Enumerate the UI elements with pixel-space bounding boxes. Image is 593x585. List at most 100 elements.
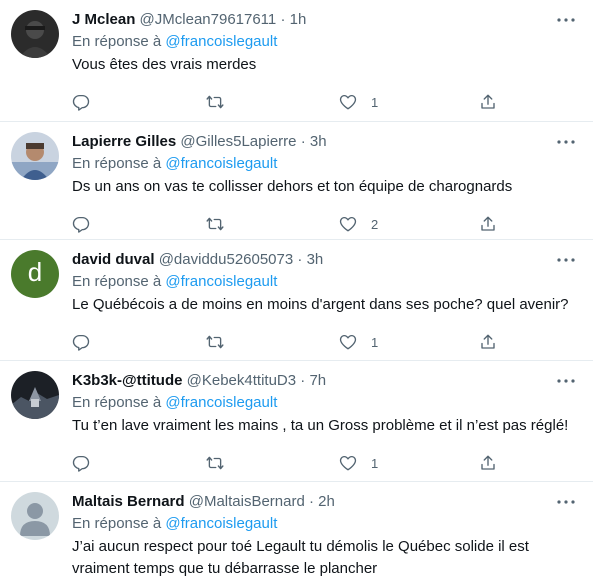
- like-button[interactable]: 1: [339, 92, 378, 112]
- share-button[interactable]: [479, 453, 497, 473]
- mention-link[interactable]: @francoislegault: [165, 515, 277, 532]
- tweet-text: Le Québécois a de moins en moins d'argen…: [72, 296, 569, 313]
- retweet-icon: [206, 456, 224, 470]
- more-options-icon[interactable]: [557, 371, 575, 391]
- separator-dot: ·: [297, 251, 303, 268]
- reply-icon: [72, 94, 90, 111]
- retweet-button[interactable]: [205, 214, 225, 234]
- reply-prefix: En réponse à: [72, 155, 162, 172]
- retweet-icon: [206, 335, 224, 349]
- heart-icon: [339, 216, 357, 232]
- reply-button[interactable]: [72, 92, 90, 112]
- reply-button[interactable]: [72, 214, 90, 234]
- retweet-icon: [206, 95, 224, 109]
- avatar[interactable]: d: [11, 250, 59, 298]
- like-button[interactable]: 2: [339, 214, 378, 234]
- reply-button[interactable]: [72, 332, 90, 352]
- separator-dot: ·: [300, 372, 306, 389]
- user-handle[interactable]: @MaltaisBernard: [189, 493, 305, 510]
- reply-context: En réponse à @francoislegault: [72, 392, 577, 414]
- timestamp[interactable]: 3h: [310, 133, 327, 150]
- share-icon: [481, 334, 495, 349]
- tweet-text: Vous êtes des vrais merdes: [72, 56, 257, 73]
- tweet-actions: 1: [72, 324, 577, 364]
- display-name[interactable]: Lapierre Gilles: [72, 133, 176, 150]
- reply-icon: [72, 334, 90, 351]
- separator-dot: ·: [300, 133, 306, 150]
- reply-button[interactable]: [72, 453, 90, 473]
- user-handle[interactable]: @Gilles5Lapierre: [180, 133, 296, 150]
- more-options-icon[interactable]: [557, 250, 575, 270]
- display-name[interactable]: david duval: [72, 251, 155, 268]
- share-icon: [481, 216, 495, 231]
- mention-link[interactable]: @francoislegault: [165, 394, 277, 411]
- tweet-text: J’ai aucun respect pour toé Legault tu d…: [72, 538, 529, 577]
- timestamp[interactable]: 2h: [318, 493, 335, 510]
- avatar[interactable]: [11, 10, 59, 58]
- tweet-header: david duval @daviddu52605073 · 3h: [72, 250, 577, 270]
- reply-prefix: En réponse à: [72, 394, 162, 411]
- share-icon: [481, 455, 495, 470]
- retweet-button[interactable]: [205, 332, 225, 352]
- reply-prefix: En réponse à: [72, 515, 162, 532]
- like-button[interactable]: 1: [339, 332, 378, 352]
- share-button[interactable]: [479, 332, 497, 352]
- mention-link[interactable]: @francoislegault: [165, 155, 277, 172]
- share-button[interactable]: [479, 214, 497, 234]
- tweet-header: J Mclean @JMclean79617611 · 1h: [72, 10, 577, 30]
- tweet-text: Ds un ans on vas te collisser dehors et …: [72, 178, 513, 195]
- heart-icon: [339, 334, 357, 350]
- tweet-header: Lapierre Gilles @Gilles5Lapierre · 3h: [72, 132, 577, 152]
- more-options-icon[interactable]: [557, 492, 575, 512]
- reply-prefix: En réponse à: [72, 273, 162, 290]
- user-handle[interactable]: @Kebek4ttituD3: [187, 372, 296, 389]
- avatar[interactable]: [11, 371, 59, 419]
- mention-link[interactable]: @francoislegault: [165, 273, 277, 290]
- tweet[interactable]: J Mclean @JMclean79617611 · 1h En répons…: [0, 0, 593, 122]
- tweet[interactable]: K3b3k-@ttitude @Kebek4ttituD3 · 7h En ré…: [0, 361, 593, 482]
- tweet[interactable]: d david duval @daviddu52605073 · 3h En r…: [0, 240, 593, 361]
- timestamp[interactable]: 3h: [307, 251, 324, 268]
- share-icon: [481, 94, 495, 109]
- tweet-actions: 1: [72, 445, 577, 485]
- retweet-button[interactable]: [205, 453, 225, 473]
- timestamp[interactable]: 1h: [290, 11, 307, 28]
- reply-context: En réponse à @francoislegault: [72, 31, 577, 53]
- more-options-icon[interactable]: [557, 132, 575, 152]
- retweet-icon: [206, 217, 224, 231]
- display-name[interactable]: Maltais Bernard: [72, 493, 185, 510]
- avatar[interactable]: [11, 132, 59, 180]
- more-options-icon[interactable]: [557, 10, 575, 30]
- reply-prefix: En réponse à: [72, 33, 162, 50]
- avatar-letter: d: [27, 257, 43, 287]
- tweet-header: K3b3k-@ttitude @Kebek4ttituD3 · 7h: [72, 371, 577, 391]
- user-handle[interactable]: @daviddu52605073: [159, 251, 294, 268]
- tweet-actions: 1: [72, 84, 577, 124]
- display-name[interactable]: J Mclean: [72, 11, 135, 28]
- like-count: 1: [371, 334, 379, 350]
- separator-dot: ·: [280, 11, 286, 28]
- mention-link[interactable]: @francoislegault: [165, 33, 277, 50]
- tweet-text: Tu t’en lave vraiment les mains , ta un …: [72, 417, 569, 434]
- like-count: 1: [371, 94, 379, 110]
- user-handle[interactable]: @JMclean79617611: [140, 11, 277, 28]
- reply-context: En réponse à @francoislegault: [72, 513, 577, 535]
- tweet[interactable]: Maltais Bernard @MaltaisBernard · 2h En …: [0, 482, 593, 585]
- default-avatar-icon: [11, 492, 59, 540]
- share-button[interactable]: [479, 92, 497, 112]
- timestamp[interactable]: 7h: [309, 372, 326, 389]
- tweet-header: Maltais Bernard @MaltaisBernard · 2h: [72, 492, 577, 512]
- reply-feed: J Mclean @JMclean79617611 · 1h En répons…: [0, 0, 593, 585]
- reply-context: En réponse à @francoislegault: [72, 271, 577, 293]
- avatar[interactable]: [11, 492, 59, 540]
- reply-context: En réponse à @francoislegault: [72, 153, 577, 175]
- separator-dot: ·: [309, 493, 314, 510]
- heart-icon: [339, 455, 357, 471]
- display-name[interactable]: K3b3k-@ttitude: [72, 372, 182, 389]
- like-button[interactable]: 1: [339, 453, 378, 473]
- tweet[interactable]: Lapierre Gilles @Gilles5Lapierre · 3h En…: [0, 122, 593, 240]
- like-count: 1: [371, 455, 379, 471]
- retweet-button[interactable]: [205, 92, 225, 112]
- reply-icon: [72, 216, 90, 233]
- like-count: 2: [371, 216, 379, 232]
